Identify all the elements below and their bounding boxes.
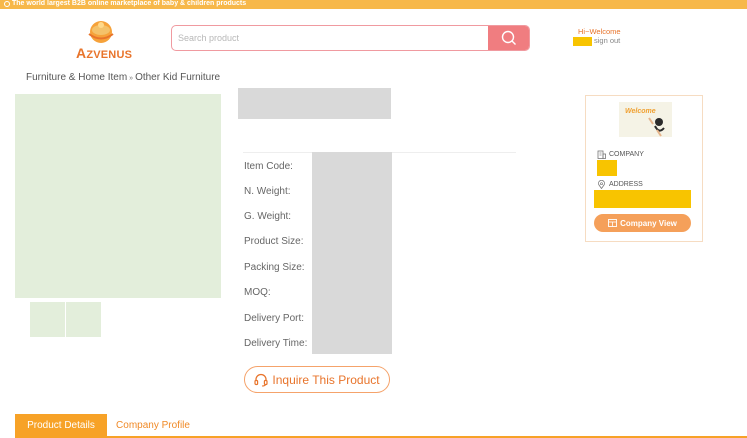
spec-label-delivery-port: Delivery Port: bbox=[244, 313, 305, 324]
logo-wordmark: AZVENUS bbox=[76, 45, 133, 61]
spec-values-placeholder bbox=[312, 152, 392, 354]
welcome-text: Hi~Welcome bbox=[578, 27, 621, 36]
tab-product-details[interactable]: Product Details bbox=[15, 414, 107, 436]
product-main-image[interactable] bbox=[15, 94, 221, 298]
spec-label-item-code: Item Code: bbox=[244, 161, 293, 172]
redacted-company-name bbox=[597, 160, 617, 176]
spec-label-delivery-time: Delivery Time: bbox=[244, 338, 308, 349]
product-thumbnail-1[interactable] bbox=[30, 302, 65, 337]
inquire-product-button[interactable]: Inquire This Product bbox=[244, 366, 390, 393]
search-bar bbox=[171, 25, 530, 51]
company-view-label: Company View bbox=[620, 218, 677, 228]
breadcrumb-current-link[interactable]: Other Kid Furniture bbox=[135, 72, 220, 83]
address-row: ADDRESS bbox=[597, 180, 643, 189]
address-label: ADDRESS bbox=[609, 181, 643, 188]
redacted-address bbox=[594, 190, 691, 208]
tagline: The world largest B2B online marketplace… bbox=[12, 0, 247, 7]
breadcrumb-separator: » bbox=[129, 75, 134, 82]
spec-label-moq: MOQ: bbox=[244, 287, 271, 298]
search-icon bbox=[501, 30, 516, 45]
redacted-username bbox=[573, 37, 592, 46]
waving-figure-icon bbox=[648, 117, 665, 137]
sign-out-link[interactable]: sign out bbox=[594, 36, 620, 45]
product-title-placeholder bbox=[238, 88, 391, 119]
top-announcement-bar: The world largest B2B online marketplace… bbox=[0, 0, 747, 9]
company-view-button[interactable]: Company View bbox=[594, 214, 691, 232]
search-input[interactable] bbox=[172, 26, 488, 50]
building-icon bbox=[597, 150, 606, 159]
storefront-icon bbox=[608, 219, 618, 227]
company-label: COMPANY bbox=[609, 151, 644, 158]
spec-label-packing-size: Packing Size: bbox=[244, 262, 305, 273]
logo-sun-icon bbox=[88, 21, 114, 43]
breadcrumb-parent-link[interactable]: Furniture & Home Item bbox=[26, 72, 127, 83]
inquire-product-label: Inquire This Product bbox=[272, 372, 380, 387]
spec-label-gross-weight: G. Weight: bbox=[244, 211, 292, 222]
product-thumbnail-2[interactable] bbox=[66, 302, 101, 337]
detail-tabs: Product Details Company Profile bbox=[15, 414, 747, 438]
company-card: Welcome COMPANY ADDRESS Company View bbox=[585, 95, 703, 242]
search-button[interactable] bbox=[488, 26, 529, 50]
site-logo[interactable]: AZVENUS bbox=[76, 19, 133, 61]
spec-label-net-weight: N. Weight: bbox=[244, 186, 291, 197]
location-icon bbox=[598, 180, 605, 189]
spec-label-product-size: Product Size: bbox=[244, 236, 304, 247]
company-welcome-banner: Welcome bbox=[619, 102, 672, 137]
company-row: COMPANY bbox=[597, 150, 644, 159]
globe-icon bbox=[4, 1, 10, 7]
breadcrumb: Furniture & Home Item» Other Kid Furnitur… bbox=[26, 72, 220, 83]
headset-icon bbox=[254, 373, 269, 387]
tab-company-profile[interactable]: Company Profile bbox=[111, 414, 195, 436]
